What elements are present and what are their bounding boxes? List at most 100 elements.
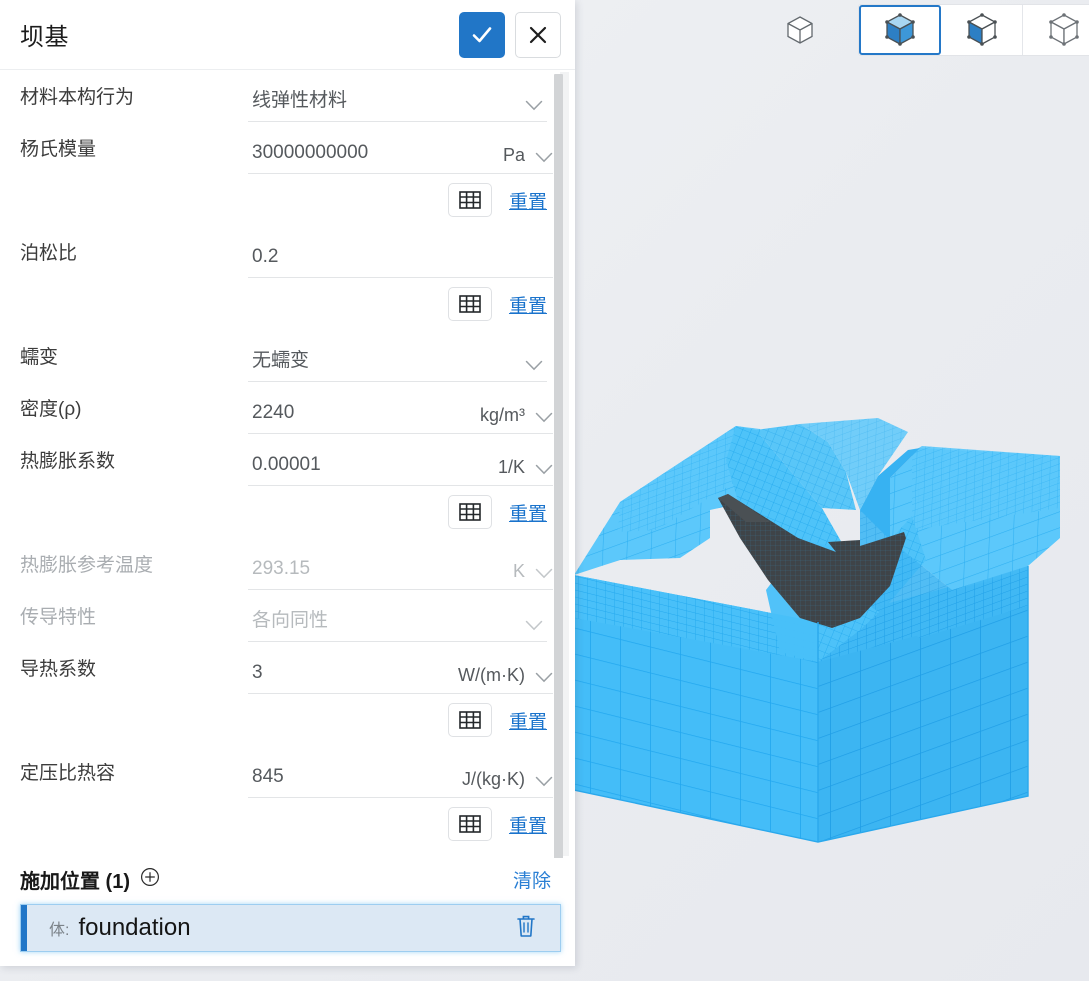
unit-select[interactable]: Pa xyxy=(458,146,553,174)
table-icon xyxy=(459,191,481,209)
field-label: 蠕变 xyxy=(20,347,59,368)
delete-button[interactable] xyxy=(514,913,560,944)
value-input[interactable]: 30000000000 xyxy=(248,142,458,174)
value-input[interactable]: 845 xyxy=(248,766,426,798)
unit-select[interactable]: 1/K xyxy=(463,458,553,486)
form-row: 材料本构行为 线弹性材料 xyxy=(20,70,575,122)
view-shaded-cube[interactable] xyxy=(859,5,941,55)
value-text: 0.00001 xyxy=(252,454,321,475)
page-title: 坝基 xyxy=(20,24,69,51)
form-row: 传导特性 各向同性 xyxy=(20,590,575,642)
plus-circle-glyph xyxy=(141,867,159,886)
reset-link[interactable]: 重置 xyxy=(509,811,547,838)
table-button[interactable] xyxy=(447,287,492,321)
field-control: 0.00001 1/K xyxy=(248,454,575,486)
reset-row: 重置 xyxy=(20,278,575,330)
view-style-toolbar[interactable] xyxy=(770,4,1089,56)
table-button[interactable] xyxy=(447,807,492,841)
table-icon xyxy=(459,711,481,729)
field-label: 定压比热容 xyxy=(20,763,116,784)
reset-link[interactable]: 重置 xyxy=(509,291,547,318)
field-label: 热膨胀系数 xyxy=(20,451,116,472)
value-input[interactable]: 0.00001 xyxy=(248,454,463,486)
field-control: 线弹性材料 xyxy=(248,85,575,122)
form-row: 定压比热容 845 J/(kg·K) xyxy=(20,746,575,798)
table-button[interactable] xyxy=(447,183,492,217)
unit-select[interactable]: J/(kg·K) xyxy=(426,770,553,798)
chevron-down-icon xyxy=(535,464,553,475)
close-icon xyxy=(529,26,547,43)
reset-link[interactable]: 重置 xyxy=(509,187,547,214)
cube-half-icon xyxy=(966,13,997,46)
table-icon xyxy=(459,815,481,833)
table-button[interactable] xyxy=(447,703,492,737)
unit-text: W/(m·K) xyxy=(458,665,525,685)
view-half-shaded-cube[interactable] xyxy=(941,5,1023,55)
value-input[interactable]: 2240 xyxy=(248,402,438,434)
reset-row: 重置 xyxy=(20,694,575,746)
chevron-down-icon xyxy=(525,100,543,111)
reset-row: 重置 xyxy=(20,174,575,226)
chevron-down-icon xyxy=(535,412,553,423)
reset-row: 重置 xyxy=(20,798,575,850)
table-icon xyxy=(459,503,481,521)
cube-filled-icon xyxy=(885,13,915,46)
select-value: 无蠕变 xyxy=(252,350,310,371)
value-input[interactable]: 3 xyxy=(248,662,423,694)
unit-select[interactable]: K xyxy=(480,562,553,590)
field-label: 密度(ρ) xyxy=(20,399,82,420)
select-field[interactable]: 各向同性 xyxy=(248,605,547,642)
clear-link[interactable]: 清除 xyxy=(513,866,551,893)
unit-text: K xyxy=(512,561,525,581)
form-row: 杨氏模量 30000000000 Pa xyxy=(20,122,575,174)
unit-select[interactable]: W/(m·K) xyxy=(423,666,553,694)
view-wireframe-cube[interactable] xyxy=(770,4,830,56)
entity-name: foundation xyxy=(78,914,191,941)
form-row: 蠕变 无蠕变 xyxy=(20,330,575,382)
panel-scrollbar-thumb[interactable] xyxy=(554,74,563,858)
table-icon xyxy=(459,295,481,313)
field-label: 泊松比 xyxy=(20,243,78,264)
value-input[interactable]: 293.15 xyxy=(248,558,480,590)
cube-edges-icon xyxy=(1049,13,1079,46)
check-icon xyxy=(472,26,492,42)
field-control: 2240 kg/m³ xyxy=(248,402,575,434)
panel-scrollbar-track[interactable] xyxy=(554,72,569,858)
panel-header: 坝基 xyxy=(0,0,575,70)
fea-mesh-model[interactable] xyxy=(560,390,1080,870)
cancel-button[interactable] xyxy=(515,11,561,58)
apply-location-title: 施加位置 (1) xyxy=(20,870,130,893)
unit-text: Pa xyxy=(502,145,525,165)
form-row: 热膨胀系数 0.00001 1/K xyxy=(20,434,575,486)
value-input[interactable]: 0.2 xyxy=(248,246,553,278)
reset-link[interactable]: 重置 xyxy=(509,707,547,734)
plus-circle-icon[interactable] xyxy=(140,867,160,892)
field-label: 杨氏模量 xyxy=(20,139,97,160)
value-text: 3 xyxy=(252,662,263,683)
chevron-down-icon xyxy=(535,672,553,683)
value-text: 30000000000 xyxy=(252,142,369,163)
view-style-button-group[interactable] xyxy=(858,4,1089,56)
reset-link[interactable]: 重置 xyxy=(509,499,547,526)
value-text: 0.2 xyxy=(252,246,279,267)
field-control: 293.15 K xyxy=(248,558,575,590)
value-text: 2240 xyxy=(252,402,295,423)
table-button[interactable] xyxy=(447,495,492,529)
chevron-down-icon xyxy=(525,620,543,631)
select-value: 各向同性 xyxy=(252,610,329,631)
view-edges-cube[interactable] xyxy=(1023,5,1089,55)
chevron-down-icon xyxy=(525,360,543,371)
entity-kind-label: 体: xyxy=(49,922,70,939)
select-field[interactable]: 线弹性材料 xyxy=(248,85,547,122)
unit-select[interactable]: kg/m³ xyxy=(438,406,553,434)
value-text: 845 xyxy=(252,766,284,787)
list-item[interactable]: 体: foundation xyxy=(20,904,561,952)
form-row: 导热系数 3 W/(m·K) xyxy=(20,642,575,694)
chevron-down-icon xyxy=(535,152,553,163)
field-label: 材料本构行为 xyxy=(20,87,135,108)
field-control: 30000000000 Pa xyxy=(248,142,575,174)
confirm-button[interactable] xyxy=(459,11,505,58)
material-property-panel: 坝基 材料本构行为 线弹性材料 杨氏模量 30000000000 Pa 重置 泊松比 0.2 重… xyxy=(0,0,575,966)
unit-text: J/(kg·K) xyxy=(462,769,525,789)
select-field[interactable]: 无蠕变 xyxy=(248,345,547,382)
